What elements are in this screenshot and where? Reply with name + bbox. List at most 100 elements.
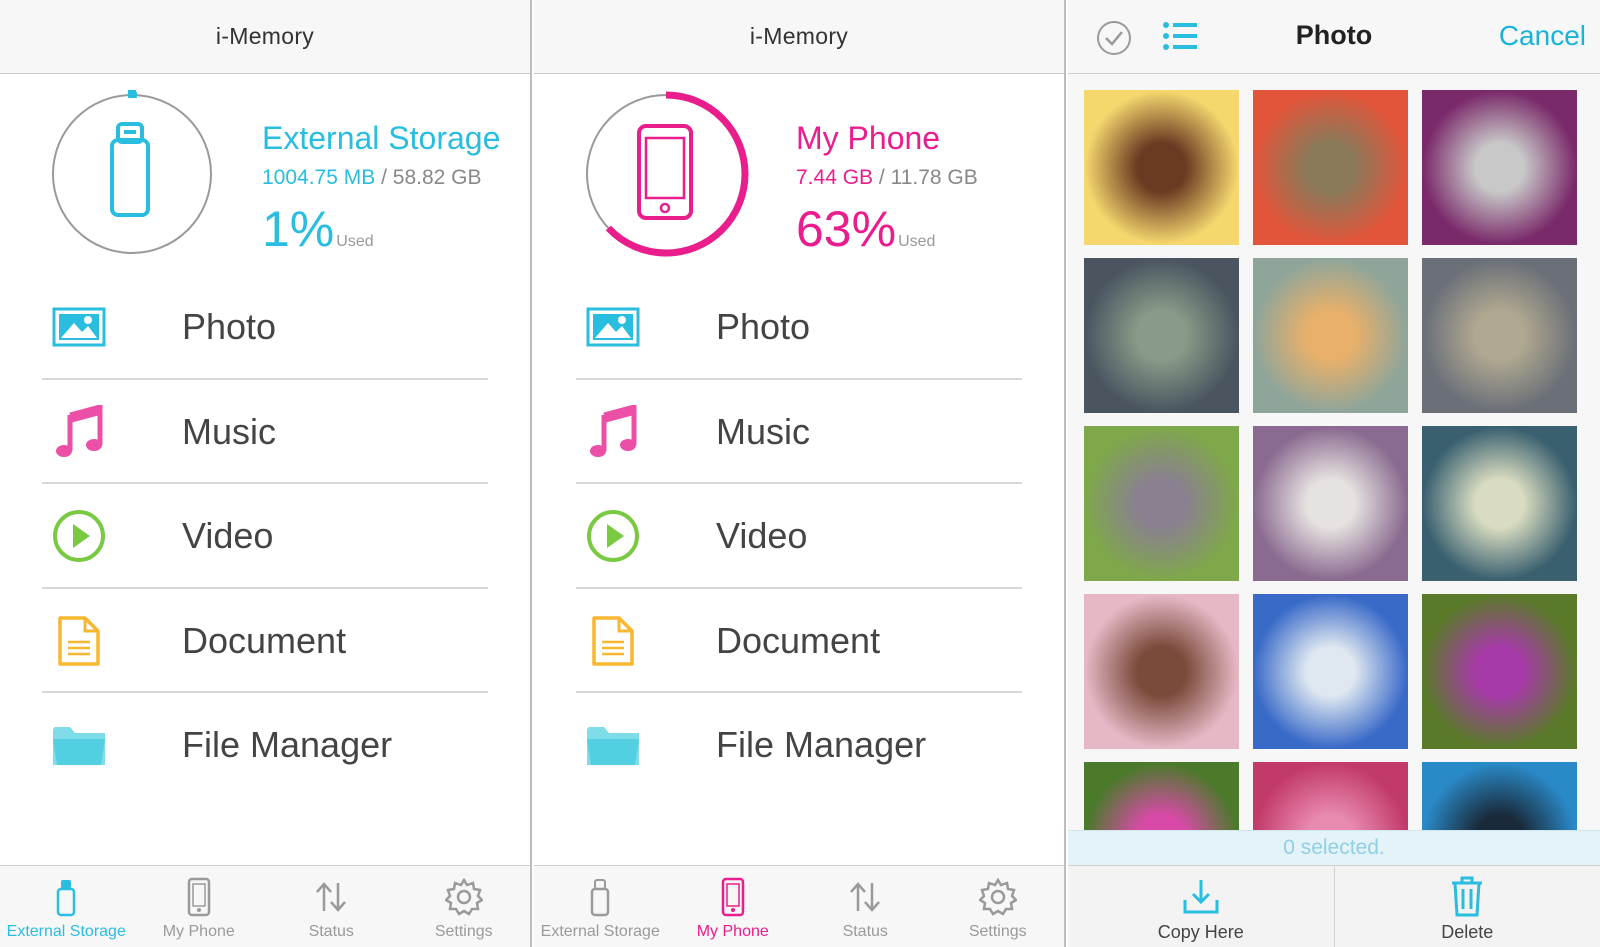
transfer-arrows-icon bbox=[309, 875, 353, 919]
menu-item-video[interactable]: Video bbox=[534, 484, 1064, 589]
music-note-icon bbox=[584, 403, 642, 461]
tab-settings[interactable]: Settings bbox=[398, 866, 531, 947]
menu-item-label: Music bbox=[182, 410, 277, 452]
menu-item-file-manager[interactable]: File Manager bbox=[534, 693, 1064, 798]
percent-value: 63% bbox=[796, 201, 897, 257]
pigeon-photo[interactable] bbox=[1084, 426, 1239, 581]
tab-bar: External Storage My Phone Status Setting… bbox=[0, 865, 530, 947]
menu-item-label: File Manager bbox=[716, 724, 927, 766]
apple-photo[interactable] bbox=[1253, 90, 1408, 245]
cancel-button[interactable]: Cancel bbox=[1499, 20, 1586, 52]
navigation-bar: i-Memory bbox=[0, 0, 530, 74]
usb-drive-icon bbox=[44, 875, 88, 919]
menu-item-music[interactable]: Music bbox=[534, 380, 1064, 484]
menu-item-photo[interactable]: Photo bbox=[534, 275, 1064, 380]
tab-label: Settings bbox=[968, 923, 1027, 940]
phone-icon bbox=[177, 875, 221, 919]
tab-bar: External Storage My Phone Status Setting… bbox=[534, 865, 1064, 947]
my-phone-screen: i-Memory My Phone 7.44 GB / 11.78 GB 63%… bbox=[534, 0, 1066, 947]
delete-button[interactable]: Delete bbox=[1333, 866, 1600, 947]
selection-count: 0 selected. bbox=[1068, 830, 1600, 865]
tab-external-storage[interactable]: External Storage bbox=[0, 866, 133, 947]
gear-icon bbox=[442, 875, 486, 919]
storage-name: External Storage bbox=[262, 120, 501, 156]
storage-usage-ring bbox=[48, 90, 216, 258]
used-label: Used bbox=[898, 233, 936, 250]
total-amount: 11.78 GB bbox=[890, 166, 978, 189]
usb-drive-icon bbox=[110, 122, 150, 217]
dandelion-clock-photo[interactable] bbox=[1422, 426, 1577, 581]
tab-settings[interactable]: Settings bbox=[932, 866, 1065, 947]
action-label: Delete bbox=[1441, 922, 1494, 942]
menu-item-photo[interactable]: Photo bbox=[0, 275, 530, 380]
phone-icon bbox=[711, 875, 755, 919]
storage-capacity: 1004.75 MB / 58.82 GB bbox=[262, 166, 482, 190]
aster-photo[interactable] bbox=[1084, 762, 1239, 830]
photo-grid bbox=[1084, 90, 1584, 830]
folder-icon bbox=[584, 716, 642, 774]
photo-picker-screen: Photo Cancel 0 selected. Copy Here Delet… bbox=[1068, 0, 1600, 947]
menu-item-document[interactable]: Document bbox=[0, 589, 530, 693]
ring-track bbox=[52, 94, 212, 254]
menu-item-label: Video bbox=[716, 515, 808, 557]
tab-my-phone[interactable]: My Phone bbox=[133, 866, 266, 947]
tab-external-storage[interactable]: External Storage bbox=[534, 866, 667, 947]
menu-item-music[interactable]: Music bbox=[0, 380, 530, 484]
menu-item-label: Music bbox=[716, 410, 811, 452]
menu-item-document[interactable]: Document bbox=[534, 589, 1064, 693]
storage-capacity: 7.44 GB / 11.78 GB bbox=[796, 166, 978, 190]
menu-item-label: Photo bbox=[716, 306, 811, 348]
tree-sky-photo[interactable] bbox=[1253, 594, 1408, 749]
app-title: i-Memory bbox=[215, 23, 315, 49]
capacity-separator: / bbox=[375, 166, 393, 189]
menu-item-label: File Manager bbox=[182, 724, 393, 766]
download-icon bbox=[1179, 874, 1223, 918]
usage-percent: 1% Used bbox=[262, 200, 374, 258]
navigation-bar: i-Memory bbox=[534, 0, 1064, 74]
navigation-bar: Photo Cancel bbox=[1068, 0, 1600, 74]
menu-item-label: Document bbox=[182, 619, 347, 661]
used-amount: 1004.75 MB bbox=[262, 166, 376, 189]
copy-here-button[interactable]: Copy Here bbox=[1068, 866, 1334, 947]
raindrops-photo[interactable] bbox=[1084, 258, 1239, 413]
yellow-flower-photo[interactable] bbox=[1084, 90, 1239, 245]
percent-value: 1% bbox=[262, 201, 335, 257]
dandelion-photo[interactable] bbox=[1253, 426, 1408, 581]
thistle-photo[interactable] bbox=[1422, 594, 1577, 749]
music-note-icon bbox=[50, 403, 108, 461]
pink-flower-photo[interactable] bbox=[1253, 762, 1408, 830]
action-label: Copy Here bbox=[1157, 922, 1244, 942]
usage-ring-chart bbox=[583, 91, 749, 257]
tab-status[interactable]: Status bbox=[799, 866, 932, 947]
trash-icon bbox=[1445, 874, 1489, 918]
tab-label: Status bbox=[842, 923, 888, 940]
sky-clouds-photo[interactable] bbox=[1253, 258, 1408, 413]
used-amount: 7.44 GB bbox=[796, 166, 874, 189]
folder-icon bbox=[50, 716, 108, 774]
photo-icon bbox=[584, 298, 642, 356]
tab-status[interactable]: Status bbox=[265, 866, 398, 947]
external-storage-screen: i-Memory External Storage 1004.75 MB / 5… bbox=[0, 0, 532, 947]
menu-item-file-manager[interactable]: File Manager bbox=[0, 693, 530, 798]
pink-blossoms-photo[interactable] bbox=[1084, 594, 1239, 749]
tab-my-phone[interactable]: My Phone bbox=[667, 866, 800, 947]
branch-bud-photo[interactable] bbox=[1422, 258, 1577, 413]
storage-usage-ring bbox=[582, 90, 750, 258]
usage-ring-chart bbox=[50, 90, 214, 256]
capacity-separator: / bbox=[873, 166, 891, 189]
usb-drive-icon bbox=[578, 875, 622, 919]
photo-icon bbox=[50, 298, 108, 356]
tab-label: Status bbox=[308, 923, 354, 940]
flower-pot-photo[interactable] bbox=[1422, 90, 1577, 245]
action-bar: Copy Here Delete bbox=[1068, 865, 1600, 947]
play-circle-icon bbox=[50, 507, 108, 565]
branches-sky-photo[interactable] bbox=[1422, 762, 1577, 830]
app-title: i-Memory bbox=[749, 23, 849, 49]
tab-label: My Phone bbox=[696, 923, 769, 940]
document-icon bbox=[584, 612, 642, 670]
document-icon bbox=[50, 612, 108, 670]
menu-item-label: Photo bbox=[182, 306, 277, 348]
total-amount: 58.82 GB bbox=[392, 166, 482, 189]
transfer-arrows-icon bbox=[843, 875, 887, 919]
menu-item-video[interactable]: Video bbox=[0, 484, 530, 589]
